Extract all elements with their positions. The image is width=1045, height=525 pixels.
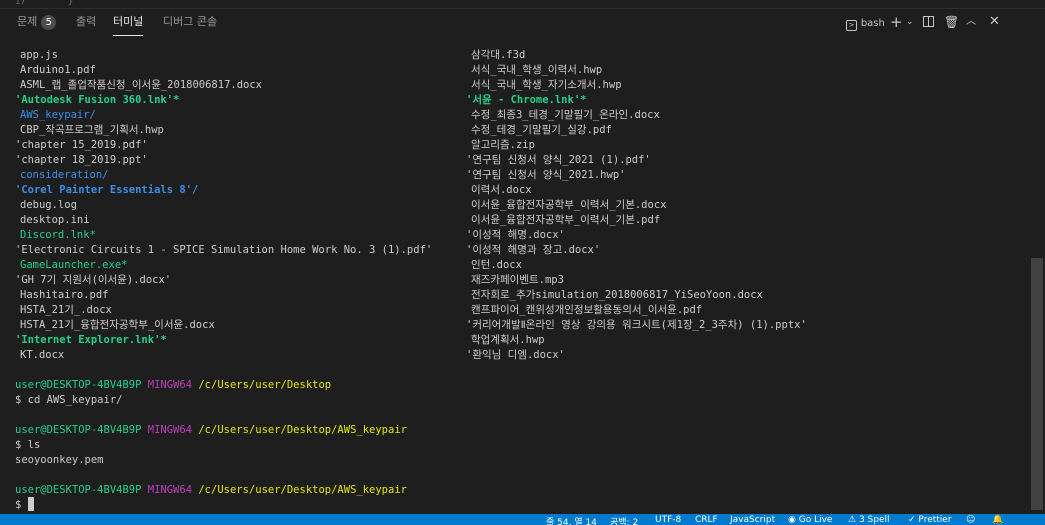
file-entry: 수정_최종3_테경_기말필기_온라인.docx bbox=[471, 109, 660, 121]
terminal-cursor bbox=[28, 497, 34, 511]
encoding-status[interactable]: UTF-8 bbox=[655, 515, 681, 525]
file-entry: 전자회로_추가simulation_2018006817_YiSeoYoon.d… bbox=[471, 289, 763, 301]
prompt-env: MINGW64 bbox=[147, 379, 193, 391]
file-entry: '이성적 해명.docx' bbox=[466, 229, 565, 241]
status-bar: 줄 54, 열 14 공백: 2 UTF-8 CRLF JavaScript ◉… bbox=[0, 514, 1045, 525]
file-entry: 인턴.docx bbox=[471, 259, 522, 271]
file-entry: Discord.lnk* bbox=[20, 229, 96, 241]
prompt-path: /c/Users/user/Desktop/AWS_keypair bbox=[198, 424, 407, 436]
file-entry: 이서윤_융합전자공학부_이력서_기본.docx bbox=[471, 199, 667, 211]
warning-icon: ⚠ bbox=[848, 515, 857, 525]
editor-top-strip: 17} bbox=[0, 0, 1045, 9]
prompt-path: /c/Users/user/Desktop/AWS_keypair bbox=[198, 484, 407, 496]
file-entry: 'chapter 18_2019.ppt' bbox=[15, 154, 148, 166]
command-input-line[interactable]: $ bbox=[15, 498, 28, 513]
go-live-label: Go Live bbox=[798, 515, 833, 525]
shell-prompt: user@DESKTOP-4BV4B9P MINGW64 /c/Users/us… bbox=[15, 483, 407, 498]
file-entry: '연구팀 신청서 양식_2021.hwp' bbox=[466, 169, 626, 181]
split-terminal-icon[interactable] bbox=[923, 14, 934, 30]
file-entry: 'Internet Explorer.lnk'* bbox=[15, 334, 167, 346]
tab-terminal-label: 터미널 bbox=[113, 15, 144, 28]
file-entry: 이력서.docx bbox=[471, 184, 532, 196]
shell-prompt: user@DESKTOP-4BV4B9P MINGW64 /c/Users/us… bbox=[15, 378, 331, 393]
panel-header: 문제 5 출력 터미널 디버그 콘솔 > bash + ⌄ 🗑 ︿ ✕ bbox=[0, 9, 1045, 36]
problems-count-badge: 5 bbox=[41, 15, 57, 30]
directory-entry: consideration/ bbox=[20, 169, 109, 181]
close-icon[interactable]: ✕ bbox=[989, 14, 1000, 30]
file-entry: HSTA_21기_.docx bbox=[20, 304, 112, 316]
file-entry: 'Autodesk Fusion 360.lnk'* bbox=[15, 94, 180, 106]
terminal-icon: > bbox=[846, 20, 857, 31]
tab-terminal[interactable]: 터미널 bbox=[113, 15, 144, 36]
tab-problems-label: 문제 bbox=[17, 15, 38, 28]
go-live-button[interactable]: ◉ Go Live bbox=[788, 515, 832, 525]
tab-output[interactable]: 출력 bbox=[76, 15, 96, 35]
file-entry: '서윤 - Chrome.lnk'* bbox=[466, 94, 587, 106]
file-entry: '이성적 해명과 장고.docx' bbox=[466, 244, 601, 256]
new-terminal-plus-icon[interactable]: + bbox=[890, 14, 903, 30]
file-entry: 'Electronic Circuits 1 - SPICE Simulatio… bbox=[15, 244, 433, 256]
prompt-user: user@DESKTOP-4BV4B9P bbox=[15, 484, 142, 496]
file-entry: desktop.ini bbox=[20, 214, 90, 226]
feedback-icon[interactable]: ☺ bbox=[966, 515, 975, 525]
file-entry: GameLauncher.exe* bbox=[20, 259, 128, 271]
file-entry: 서식_국내_학생_이력서.hwp bbox=[471, 64, 603, 76]
file-entry: 이서윤_융합전자공학부_이력서_기본.pdf bbox=[471, 214, 661, 226]
command-line: $ cd AWS_keypair/ bbox=[15, 394, 123, 406]
tab-problems[interactable]: 문제 5 bbox=[17, 15, 57, 35]
chevron-down-icon[interactable]: ⌄ bbox=[906, 14, 914, 30]
prompt-env: MINGW64 bbox=[147, 484, 193, 496]
language-mode[interactable]: JavaScript bbox=[730, 515, 775, 525]
prompt-user: user@DESKTOP-4BV4B9P bbox=[15, 424, 142, 436]
notifications-bell-icon[interactable]: 🔔 bbox=[992, 515, 1003, 525]
file-entry: debug.log bbox=[20, 199, 77, 211]
command-line: $ ls bbox=[15, 439, 41, 451]
spell-label: 3 Spell bbox=[858, 515, 890, 525]
file-entry: Hashitairo.pdf bbox=[20, 289, 109, 301]
file-entry: 재즈카페이벤트.mp3 bbox=[471, 274, 564, 286]
file-entry: 캔프파이어_캔위성개인정보활용동의서_이서윤.pdf bbox=[471, 304, 703, 316]
prompt-user: user@DESKTOP-4BV4B9P bbox=[15, 379, 142, 391]
trash-icon[interactable]: 🗑 bbox=[944, 14, 959, 30]
terminal-output[interactable]: app.js Arduino1.pdf ASML_랩_졸업작품신청_이서윤_20… bbox=[0, 36, 1015, 514]
file-entry: 'chapter 15_2019.pdf' bbox=[15, 139, 148, 151]
eol-status[interactable]: CRLF bbox=[695, 515, 718, 525]
shell-prompt: user@DESKTOP-4BV4B9P MINGW64 /c/Users/us… bbox=[15, 423, 407, 438]
scrollbar-thumb[interactable] bbox=[1031, 258, 1043, 510]
file-entry: CBP_작곡프로그램_기획서.hwp bbox=[20, 124, 164, 136]
directory-entry: 'Corel Painter Essentials 8'/ bbox=[15, 184, 199, 196]
command-output: seoyoonkey.pem bbox=[15, 454, 104, 466]
tab-output-label: 출력 bbox=[76, 15, 97, 28]
cursor-position[interactable]: 줄 54, 열 14 bbox=[546, 515, 597, 525]
tab-debug-console-label: 디버그 콘솔 bbox=[163, 15, 218, 28]
file-entry: 알고리즘.zip bbox=[471, 139, 535, 151]
indentation-status[interactable]: 공백: 2 bbox=[610, 515, 638, 525]
file-entry: ASML_랩_졸업작품신청_이서윤_2018006817.docx bbox=[20, 79, 262, 91]
file-entry: 학업계획서.hwp bbox=[471, 334, 545, 346]
directory-entry: AWS_keypair/ bbox=[20, 109, 96, 121]
tab-debug-console[interactable]: 디버그 콘솔 bbox=[163, 15, 217, 35]
broadcast-icon: ◉ bbox=[788, 515, 796, 525]
prettier-status[interactable]: ✓ Prettier bbox=[908, 515, 952, 525]
prompt-path: /c/Users/user/Desktop bbox=[198, 379, 332, 391]
prompt-env: MINGW64 bbox=[147, 424, 193, 436]
file-entry: Arduino1.pdf bbox=[20, 64, 96, 76]
file-entry: HSTA_21기_융합전자공학부_이서윤.docx bbox=[20, 319, 215, 331]
file-entry: '연구팀 신청서 양식_2021 (1).pdf' bbox=[466, 154, 651, 166]
file-entry: 'GH 7기 지원서(이서윤).docx' bbox=[15, 274, 172, 286]
file-entry: '환익님 디엠.docx' bbox=[466, 349, 565, 361]
spell-status[interactable]: ⚠ 3 Spell bbox=[848, 515, 890, 525]
terminal-selector[interactable]: > bash bbox=[846, 14, 885, 32]
terminal-shell-label: bash bbox=[860, 18, 885, 29]
chevron-up-icon[interactable]: ︿ bbox=[966, 14, 976, 30]
file-entry: 수정_테경_기말필기_실강.pdf bbox=[471, 124, 612, 136]
file-entry: 서식_국내_학생_자기소개서.hwp bbox=[471, 79, 622, 91]
file-entry: KT.docx bbox=[20, 349, 65, 361]
file-entry: '커리어개발Ⅱ온라인 영상 강의용 워크시트(제1장_2_3주차) (1).pp… bbox=[466, 319, 807, 331]
file-entry: app.js bbox=[20, 49, 58, 61]
prettier-label: Prettier bbox=[918, 515, 952, 525]
check-icon: ✓ bbox=[908, 515, 916, 525]
file-entry: 삼각대.f3d bbox=[471, 49, 526, 61]
